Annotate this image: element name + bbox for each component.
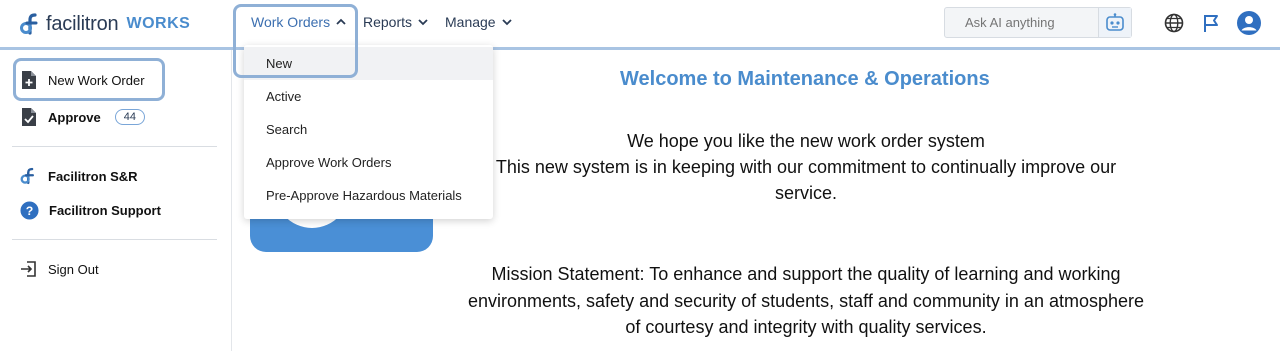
nav-work-orders-label: Work Orders [251,14,331,30]
new-document-icon [22,71,36,89]
nav-reports[interactable]: Reports [363,14,428,30]
sidebar-item-label: New Work Order [48,72,145,88]
brand-product: WORKS [126,15,191,32]
menu-item-search[interactable]: Search [244,113,493,146]
menu-item-new[interactable]: New [244,47,493,80]
ask-ai-button[interactable] [1098,8,1131,37]
ask-ai-box [944,7,1132,38]
mission-line: Mission Statement: To enhance and suppor… [491,264,1121,284]
intro-text: We hope you like the new work order syst… [440,128,1172,206]
sidebar-item-label: Facilitron S&R [48,168,138,184]
mission-line: environments, safety and security of stu… [467,290,1145,311]
top-navigation-bar: facilitron WORKS Work Orders Reports Man… [0,0,1280,50]
chevron-down-icon [418,19,428,26]
sidebar-item-sign-out[interactable]: Sign Out [20,260,99,278]
sidebar-item-label: Sign Out [48,261,99,277]
svg-text:?: ? [26,204,34,218]
sidebar-item-approve[interactable]: Approve 44 [20,107,145,127]
user-avatar-icon[interactable] [1237,11,1261,35]
sidebar-item-label: Approve [48,109,101,125]
flag-icon[interactable] [1201,13,1221,33]
sidebar-item-label: Facilitron Support [49,203,161,218]
menu-item-active[interactable]: Active [244,80,493,113]
sidebar-item-new-work-order[interactable]: New Work Order [20,70,145,90]
chevron-down-icon [501,19,512,26]
approve-document-icon [22,108,36,126]
brand-logo[interactable]: facilitron WORKS [20,11,190,37]
approve-count-badge: 44 [114,109,145,125]
nav-work-orders[interactable]: Work Orders [251,14,346,30]
page-title: Welcome to Maintenance & Operations [620,68,990,90]
intro-line: We hope you like the new work order syst… [627,131,985,151]
sidebar-item-facilitron-support[interactable]: ? Facilitron Support [20,201,161,220]
sign-out-icon [21,261,36,277]
sidebar: New Work Order Approve 44 Facilitron S&R… [0,50,232,351]
sidebar-item-facilitron-sr[interactable]: Facilitron S&R [20,166,138,186]
intro-line: This new system is in keeping with our c… [495,157,1117,177]
sidebar-divider [12,239,217,240]
facilitron-logo-icon [20,13,38,35]
facilitron-logo-icon [20,167,34,185]
menu-item-approve-work-orders[interactable]: Approve Work Orders [244,146,493,179]
work-orders-dropdown-menu: New Active Search Approve Work Orders Pr… [244,45,493,219]
nav-manage[interactable]: Manage [445,14,512,30]
sidebar-divider [12,146,217,147]
globe-icon[interactable] [1164,13,1184,33]
chevron-up-icon [336,18,346,25]
nav-reports-label: Reports [363,14,413,30]
intro-line: service. [774,183,837,203]
ask-ai-input[interactable] [945,8,1100,37]
brand-name: facilitron [46,12,119,35]
menu-item-pre-approve-hazardous-materials[interactable]: Pre-Approve Hazardous Materials [244,179,493,212]
mission-line: of courtesy and integrity with quality s… [625,317,987,337]
nav-manage-label: Manage [445,14,496,30]
mission-statement: Mission Statement: To enhance and suppor… [440,261,1172,341]
help-icon: ? [20,201,39,220]
robot-icon [1106,12,1124,31]
